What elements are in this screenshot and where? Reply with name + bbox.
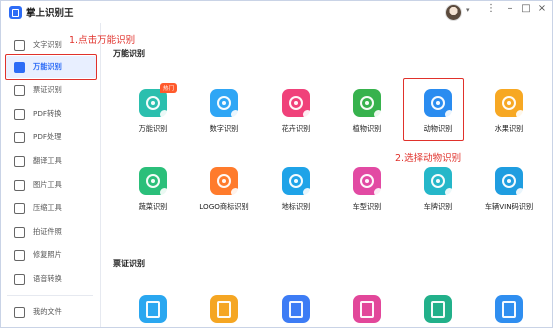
chevron-down-icon[interactable]: ▾ <box>466 6 470 14</box>
tool-label: 植物识别 <box>352 124 382 133</box>
sidebar-item-label: PDF转换 <box>33 109 62 118</box>
sidebar-item-pdf-process[interactable]: PDF处理 <box>5 126 97 148</box>
sidebar-item-translate[interactable]: 翻译工具 <box>5 150 97 172</box>
hot-badge: 热门 <box>160 83 178 93</box>
translate-icon <box>14 155 25 167</box>
ticket-tool-icon[interactable] <box>282 295 310 323</box>
sidebar-item-label: PDF处理 <box>33 132 62 141</box>
tool-digit-recognition[interactable]: 数字识别 <box>191 89 257 147</box>
app-window: 掌上识别王 ▾ ⋮ – □ × 文字识别 万能识别 票证识别 PDF转换 PDF… <box>0 0 553 328</box>
universal-recognition-icon <box>139 89 169 119</box>
sidebar-item-pdf-convert[interactable]: PDF转换 <box>5 103 97 125</box>
sidebar-item-label: 我的文件 <box>33 307 62 316</box>
ticket-tool-icon[interactable] <box>424 295 452 323</box>
sidebar-item-id-photo[interactable]: 拍证件照 <box>5 221 97 243</box>
tool-plant-recognition[interactable]: 植物识别 <box>334 89 400 147</box>
ticket-tool-icon[interactable] <box>139 295 167 323</box>
app-logo-icon <box>9 6 22 19</box>
tool-universal-recognition[interactable]: 热门 万能识别 <box>120 83 186 147</box>
tool-logo-recognition[interactable]: LOGO商标识别 <box>191 167 257 225</box>
tool-label: 地标识别 <box>281 202 311 211</box>
image-icon <box>14 179 25 191</box>
license-plate-recognition-icon <box>424 167 454 197</box>
sidebar-item-label: 文字识别 <box>33 40 62 49</box>
logo-recognition-icon <box>210 167 240 197</box>
avatar[interactable] <box>445 4 462 21</box>
flower-recognition-icon <box>282 89 312 119</box>
title-bar: 掌上识别王 ▾ ⋮ – □ × <box>1 1 552 23</box>
close-button[interactable]: × <box>536 3 548 14</box>
sidebar-item-my-files[interactable]: 我的文件 <box>5 301 97 323</box>
sidebar-item-label: 拍证件照 <box>33 227 62 236</box>
tool-car-model-recognition[interactable]: 车型识别 <box>334 167 400 225</box>
maximize-button[interactable]: □ <box>520 3 532 14</box>
sidebar-item-label: 万能识别 <box>33 62 62 71</box>
landmark-recognition-icon <box>282 167 312 197</box>
tool-label: 车型识别 <box>352 202 382 211</box>
tool-label: 蔬菜识别 <box>138 202 168 211</box>
sidebar-item-label: 语音转换 <box>33 274 62 283</box>
tool-vin-recognition[interactable]: 车辆VIN码识别 <box>476 167 542 225</box>
section-title-tickets: 票证识别 <box>113 259 145 268</box>
plant-recognition-icon <box>353 89 383 119</box>
tool-license-plate-recognition[interactable]: 车牌识别 <box>405 167 471 225</box>
camera-scan-icon <box>14 61 25 73</box>
sidebar-item-voice[interactable]: 语音转换 <box>5 268 97 290</box>
repair-photo-icon <box>14 249 25 261</box>
tool-label: 万能识别 <box>138 124 168 133</box>
pdf-convert-icon <box>14 108 25 120</box>
ticket-icon <box>14 84 25 96</box>
text-scan-icon <box>14 39 25 51</box>
tool-label: 数字识别 <box>209 124 239 133</box>
tool-animal-recognition[interactable]: 动物识别 <box>405 89 471 147</box>
digit-recognition-icon <box>210 89 240 119</box>
sidebar: 文字识别 万能识别 票证识别 PDF转换 PDF处理 翻译工具 图片工具 压缩工… <box>1 23 101 327</box>
sidebar-item-label: 翻译工具 <box>33 156 62 165</box>
sidebar-item-label: 图片工具 <box>33 180 62 189</box>
ticket-tool-icon[interactable] <box>210 295 238 323</box>
app-title: 掌上识别王 <box>26 8 74 19</box>
section-title-universal: 万能识别 <box>113 49 145 58</box>
id-photo-icon <box>14 226 25 238</box>
tool-label: LOGO商标识别 <box>199 202 249 211</box>
vegetable-recognition-icon <box>139 167 169 197</box>
ticket-tool-icon[interactable] <box>353 295 381 323</box>
pdf-process-icon <box>14 131 25 143</box>
step2-annotation: 2.选择动物识别 <box>395 153 462 164</box>
sidebar-item-image-tools[interactable]: 图片工具 <box>5 174 97 196</box>
tool-label: 动物识别 <box>423 124 453 133</box>
minimize-button[interactable]: – <box>504 3 516 14</box>
sidebar-item-universal-recognition[interactable]: 万能识别 <box>5 56 97 78</box>
animal-recognition-icon <box>424 89 454 119</box>
sidebar-divider <box>7 295 93 296</box>
step1-annotation: 1.点击万能识别 <box>69 35 136 46</box>
tool-fruit-recognition[interactable]: 水果识别 <box>476 89 542 147</box>
tool-landmark-recognition[interactable]: 地标识别 <box>263 167 329 225</box>
tool-flower-recognition[interactable]: 花卉识别 <box>263 89 329 147</box>
sidebar-item-ticket-recognition[interactable]: 票证识别 <box>5 79 97 101</box>
car-model-recognition-icon <box>353 167 383 197</box>
vin-recognition-icon <box>495 167 525 197</box>
fruit-recognition-icon <box>495 89 525 119</box>
sidebar-item-repair-photo[interactable]: 修复照片 <box>5 244 97 266</box>
tool-label: 花卉识别 <box>281 124 311 133</box>
sidebar-item-label: 票证识别 <box>33 85 62 94</box>
sidebar-item-label: 压缩工具 <box>33 203 62 212</box>
tool-label: 水果识别 <box>494 124 524 133</box>
menu-icon[interactable]: ⋮ <box>485 3 497 14</box>
compress-icon <box>14 202 25 214</box>
tool-label: 车牌识别 <box>423 202 453 211</box>
voice-icon <box>14 273 25 285</box>
sidebar-item-compress[interactable]: 压缩工具 <box>5 197 97 219</box>
sidebar-item-label: 修复照片 <box>33 250 62 259</box>
tool-label: 车辆VIN码识别 <box>484 202 534 211</box>
ticket-tool-icon[interactable] <box>495 295 523 323</box>
tool-vegetable-recognition[interactable]: 蔬菜识别 <box>120 167 186 225</box>
folder-icon <box>14 306 25 318</box>
